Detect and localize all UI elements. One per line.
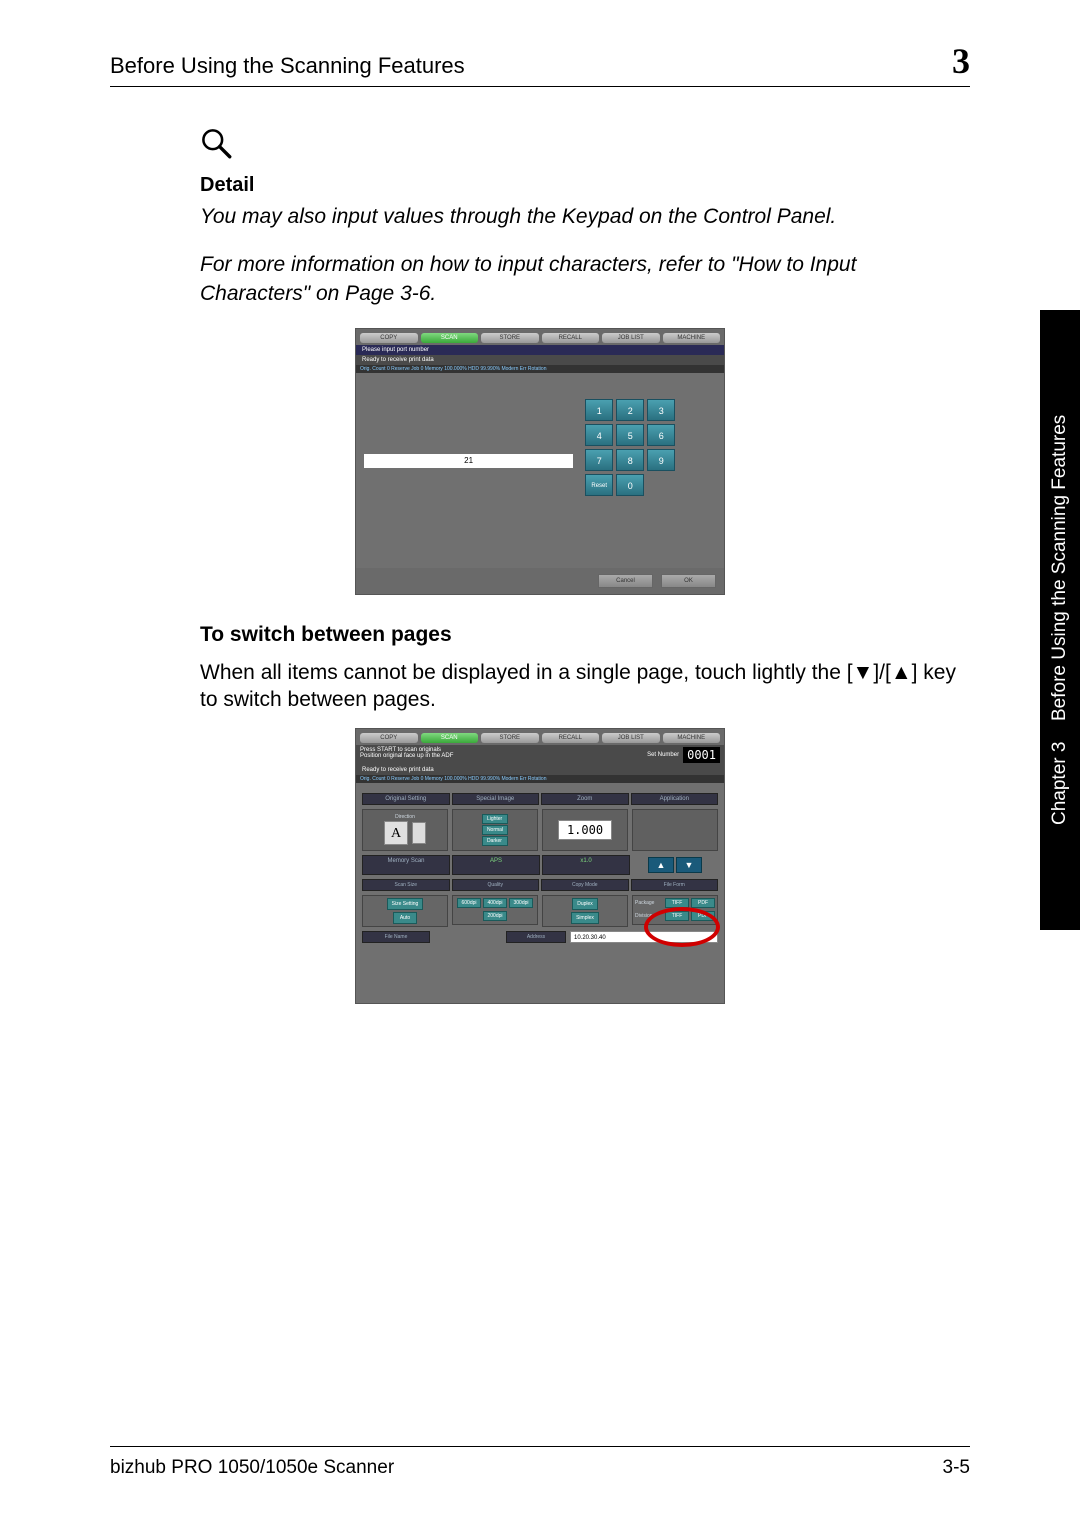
side-tab-text: Before Using the Scanning Features bbox=[1049, 415, 1071, 721]
tab-machine[interactable]: MACHINE bbox=[663, 333, 721, 343]
ss2-meter: Orig. Count 0 Reserve Job 0 Memory 100.0… bbox=[356, 775, 724, 783]
tab-copy[interactable]: COPY bbox=[360, 333, 418, 343]
ok-button[interactable]: OK bbox=[661, 574, 716, 588]
section-heading: To switch between pages bbox=[200, 623, 970, 647]
keypad-key-0[interactable]: 0 bbox=[616, 474, 644, 496]
dpi-300dpi[interactable]: 300dpi bbox=[509, 898, 533, 908]
side-tab-chapter: Chapter 3 bbox=[1049, 741, 1071, 824]
panel-tab-zoom[interactable]: Zoom bbox=[541, 793, 629, 805]
keypad-key-9[interactable]: 9 bbox=[647, 449, 675, 471]
dpi-600dpi[interactable]: 600dpi bbox=[457, 898, 481, 908]
ss1-message: Please input port number bbox=[356, 345, 724, 355]
zoom-value: 1.000 bbox=[558, 820, 612, 840]
set-number-label: Set Number bbox=[647, 752, 679, 758]
auto-button[interactable]: Auto bbox=[393, 912, 417, 924]
ss1-status: Ready to receive print data bbox=[356, 355, 724, 365]
tab-job-list[interactable]: JOB LIST bbox=[602, 733, 660, 743]
ss2-msg1: Press START to scan originals bbox=[360, 747, 453, 753]
chapter-number: 3 bbox=[952, 40, 970, 82]
page-up-arrow[interactable]: ▲ bbox=[648, 857, 674, 873]
footer-product: bizhub PRO 1050/1050e Scanner bbox=[110, 1457, 394, 1479]
keypad-blank bbox=[647, 474, 675, 496]
ss2-msg2: Position original face up in the ADF bbox=[360, 753, 453, 759]
memory-scan-button[interactable]: Memory Scan bbox=[362, 855, 450, 875]
panel-tab-application[interactable]: Application bbox=[631, 793, 719, 805]
ss1-meter: Orig. Count 0 Reserve Job 0 Memory 100.0… bbox=[356, 365, 724, 373]
section-file-form[interactable]: File Form bbox=[631, 879, 719, 891]
filename-button[interactable]: File Name bbox=[362, 931, 430, 943]
density-darker[interactable]: Darker bbox=[482, 836, 508, 846]
screenshot-port-input: COPYSCANSTORERECALLJOB LISTMACHINE Pleas… bbox=[355, 328, 725, 595]
direction-value[interactable]: A bbox=[384, 821, 408, 845]
keypad-key-reset[interactable]: Reset bbox=[585, 474, 613, 496]
screenshot-scan-settings: COPYSCANSTORERECALLJOB LISTMACHINE Press… bbox=[355, 728, 725, 1004]
dpi-400dpi[interactable]: 400dpi bbox=[483, 898, 507, 908]
detail-heading: Detail bbox=[200, 174, 970, 197]
fileform-package-tiff[interactable]: TIFF bbox=[665, 898, 689, 908]
magnifier-icon bbox=[200, 127, 970, 166]
address-value[interactable]: 10.20.30.40 bbox=[570, 931, 718, 943]
fileform-division-tiff[interactable]: TIFF bbox=[665, 911, 689, 921]
keypad-key-8[interactable]: 8 bbox=[616, 449, 644, 471]
fileform-label-package: Package bbox=[635, 900, 663, 906]
port-number-input[interactable]: 21 bbox=[364, 454, 573, 468]
keypad-key-3[interactable]: 3 bbox=[647, 399, 675, 421]
section-copy-mode[interactable]: Copy Mode bbox=[541, 879, 629, 891]
page-header-title: Before Using the Scanning Features bbox=[110, 53, 465, 79]
tab-recall[interactable]: RECALL bbox=[542, 333, 600, 343]
x1-button[interactable]: x1.0 bbox=[542, 855, 630, 875]
panel-tab-special-image[interactable]: Special Image bbox=[452, 793, 540, 805]
section-quality[interactable]: Quality bbox=[452, 879, 540, 891]
tab-store[interactable]: STORE bbox=[481, 733, 539, 743]
aps-button[interactable]: APS bbox=[452, 855, 540, 875]
section-scan-size[interactable]: Scan Size bbox=[362, 879, 450, 891]
set-number-value: 0001 bbox=[683, 747, 720, 763]
tab-job-list[interactable]: JOB LIST bbox=[602, 333, 660, 343]
keypad-key-7[interactable]: 7 bbox=[585, 449, 613, 471]
mode-simplex[interactable]: Simplex bbox=[571, 912, 599, 924]
fileform-label-division: Division bbox=[635, 913, 663, 919]
keypad-key-6[interactable]: 6 bbox=[647, 424, 675, 446]
cancel-button[interactable]: Cancel bbox=[598, 574, 653, 588]
tab-copy[interactable]: COPY bbox=[360, 733, 418, 743]
fileform-division-pdf[interactable]: PDF bbox=[691, 911, 715, 921]
tab-store[interactable]: STORE bbox=[481, 333, 539, 343]
address-button[interactable]: Address bbox=[506, 931, 566, 943]
fileform-package-pdf[interactable]: PDF bbox=[691, 898, 715, 908]
mode-duplex[interactable]: Duplex bbox=[572, 898, 598, 910]
keypad-key-5[interactable]: 5 bbox=[616, 424, 644, 446]
keypad-key-1[interactable]: 1 bbox=[585, 399, 613, 421]
density-normal[interactable]: Normal bbox=[482, 825, 508, 835]
footer-page: 3-5 bbox=[943, 1457, 970, 1479]
size-setting-button[interactable]: Size Setting bbox=[387, 898, 424, 910]
page-down-arrow[interactable]: ▼ bbox=[676, 857, 702, 873]
dpi-200dpi[interactable]: 200dpi bbox=[483, 911, 507, 921]
tab-machine[interactable]: MACHINE bbox=[663, 733, 721, 743]
side-tab: Chapter 3 Before Using the Scanning Feat… bbox=[1040, 310, 1080, 930]
orientation-icon[interactable] bbox=[412, 822, 426, 844]
density-lighter[interactable]: Lighter bbox=[482, 814, 508, 824]
section-paragraph: When all items cannot be displayed in a … bbox=[200, 659, 970, 714]
keypad-key-2[interactable]: 2 bbox=[616, 399, 644, 421]
tab-scan[interactable]: SCAN bbox=[421, 733, 479, 743]
application-panel bbox=[632, 809, 718, 851]
detail-line-2: For more information on how to input cha… bbox=[200, 251, 970, 308]
tab-scan[interactable]: SCAN bbox=[421, 333, 479, 343]
panel-tab-original-setting[interactable]: Original Setting bbox=[362, 793, 450, 805]
detail-line-1: You may also input values through the Ke… bbox=[200, 203, 970, 231]
tab-recall[interactable]: RECALL bbox=[542, 733, 600, 743]
direction-label: Direction bbox=[395, 814, 415, 820]
keypad-key-4[interactable]: 4 bbox=[585, 424, 613, 446]
ss2-status: Ready to receive print data bbox=[356, 765, 724, 775]
